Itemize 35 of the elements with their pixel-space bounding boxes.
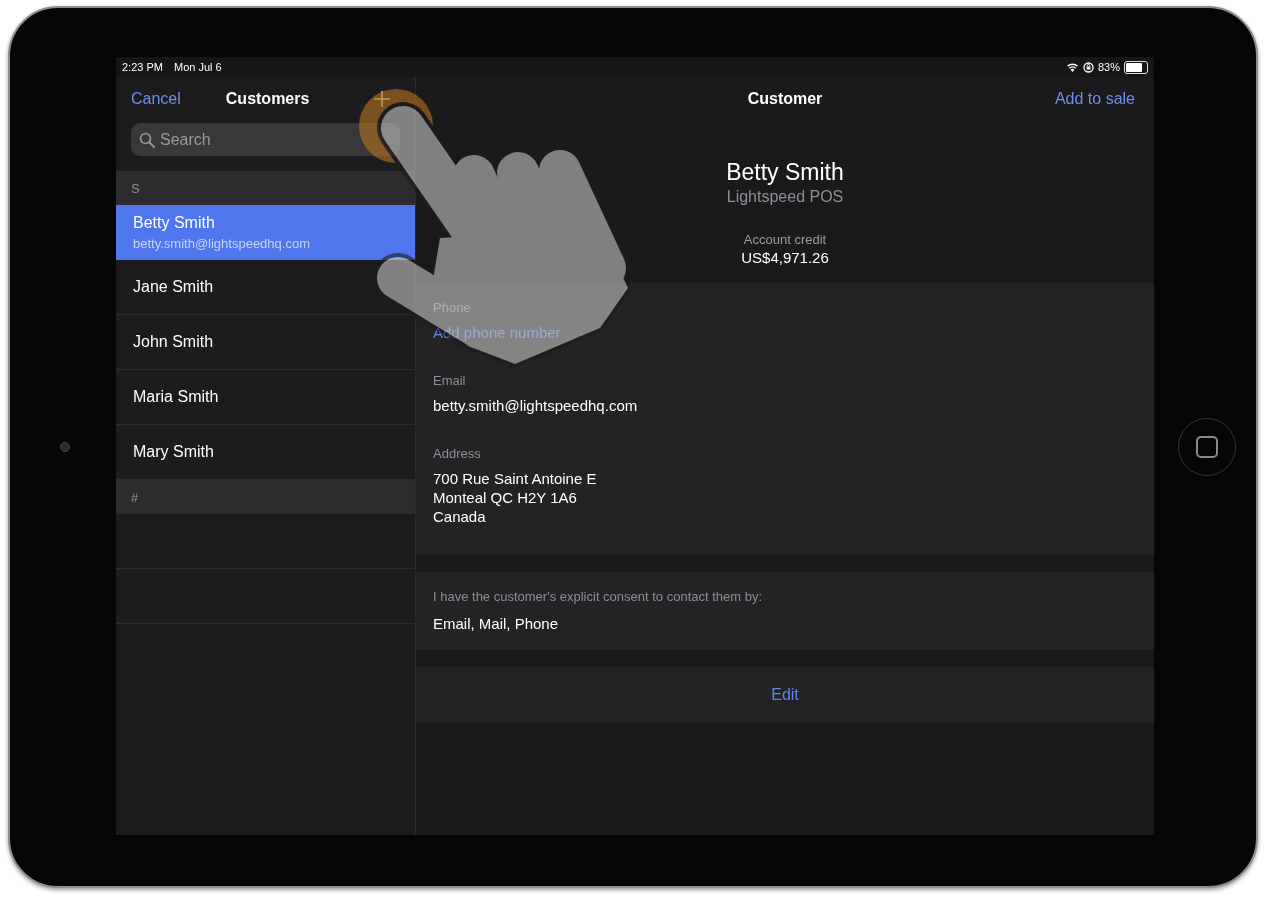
account-credit: US$4,971.26 (741, 249, 829, 266)
customer-name: Betty Smith (133, 213, 216, 232)
field-label: Address (433, 446, 482, 461)
add-to-sale-link[interactable]: Add to sale (1054, 89, 1135, 108)
add-icon[interactable] (373, 89, 391, 108)
screen-title: Customer (747, 89, 823, 108)
cancel-link[interactable]: Cancel (131, 89, 181, 108)
section-header: S (116, 171, 415, 205)
customer-name: Jane Smith (133, 278, 215, 296)
field-value: 700 Rue Saint Antoine E (433, 469, 598, 488)
customer-name: John Smith (133, 333, 215, 351)
status-time: 2:23 PM (122, 61, 163, 73)
field-value: Canada (433, 507, 487, 526)
wifi-icon (1065, 62, 1079, 72)
customer-email: betty.smith@lightspeedhq.com (133, 235, 311, 251)
field-value: betty.smith@lightspeedhq.com (433, 396, 639, 415)
company-name: Lightspeed POS (726, 188, 844, 206)
edit-button[interactable]: Edit (761, 682, 809, 708)
customer-row[interactable]: Betty Smith betty.smith@lightspeedhq.com (116, 205, 415, 260)
customer-name: Mary Smith (133, 443, 215, 461)
consent-label: I have the customer's explicit consent to contact them by: (433, 589, 764, 604)
battery-icon (1124, 60, 1148, 74)
consent-value: Email, Mail, Phone (433, 614, 560, 633)
field-label: Account credit (743, 232, 827, 247)
field-value: Monteal QC H2Y 1A6 (433, 488, 578, 507)
battery-percent: 83% (1097, 61, 1120, 73)
rotation-lock-icon (1082, 61, 1094, 73)
search-field[interactable]: Search (131, 123, 400, 156)
status-date: Mon Jul 6 (173, 61, 222, 73)
customer-name: Betty Smith (726, 159, 844, 186)
panel-title: Customers (225, 89, 310, 108)
camera-icon (60, 442, 70, 452)
customer-name: Maria Smith (133, 388, 220, 406)
section-header: # (116, 480, 415, 514)
field-label: Email (433, 373, 467, 388)
